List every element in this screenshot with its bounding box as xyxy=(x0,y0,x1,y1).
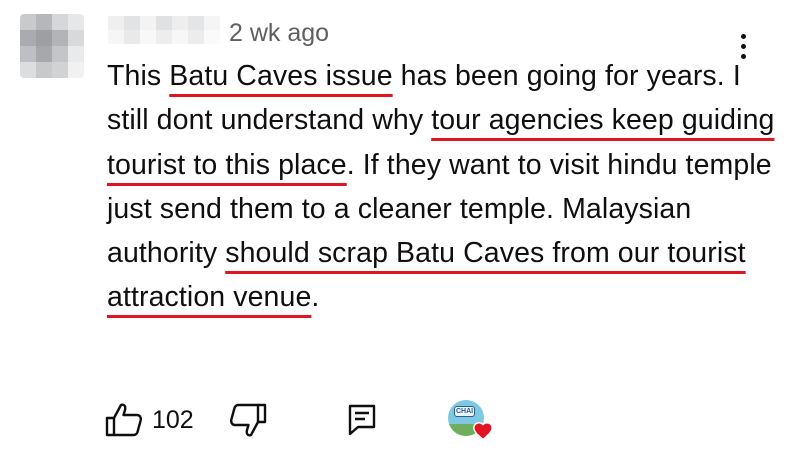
vertical-ellipsis-icon xyxy=(740,33,746,39)
reply-button[interactable] xyxy=(344,402,380,438)
comment-highlighted-segment: Batu Caves issue xyxy=(169,60,393,92)
dislike-button[interactable] xyxy=(228,402,268,438)
thumbs-down-icon xyxy=(230,403,267,437)
commenter-avatar-blurred[interactable] xyxy=(20,14,84,78)
comment-text: This Batu Caves issue has been going for… xyxy=(107,54,787,320)
comment-segment: . xyxy=(311,281,320,314)
comment-timestamp[interactable]: 2 wk ago xyxy=(229,16,329,50)
heart-icon xyxy=(473,422,493,441)
reply-comment-icon xyxy=(348,404,376,436)
comment-segment: This xyxy=(107,60,170,92)
commenter-name-blurred[interactable] xyxy=(108,16,220,44)
creator-heart[interactable]: CHAI xyxy=(448,400,500,444)
creator-badge-text: CHAI xyxy=(454,406,476,417)
thumbs-up-icon xyxy=(105,403,142,437)
like-count: 102 xyxy=(152,406,194,434)
like-button[interactable] xyxy=(104,402,144,438)
vertical-ellipsis-dot xyxy=(740,43,746,49)
